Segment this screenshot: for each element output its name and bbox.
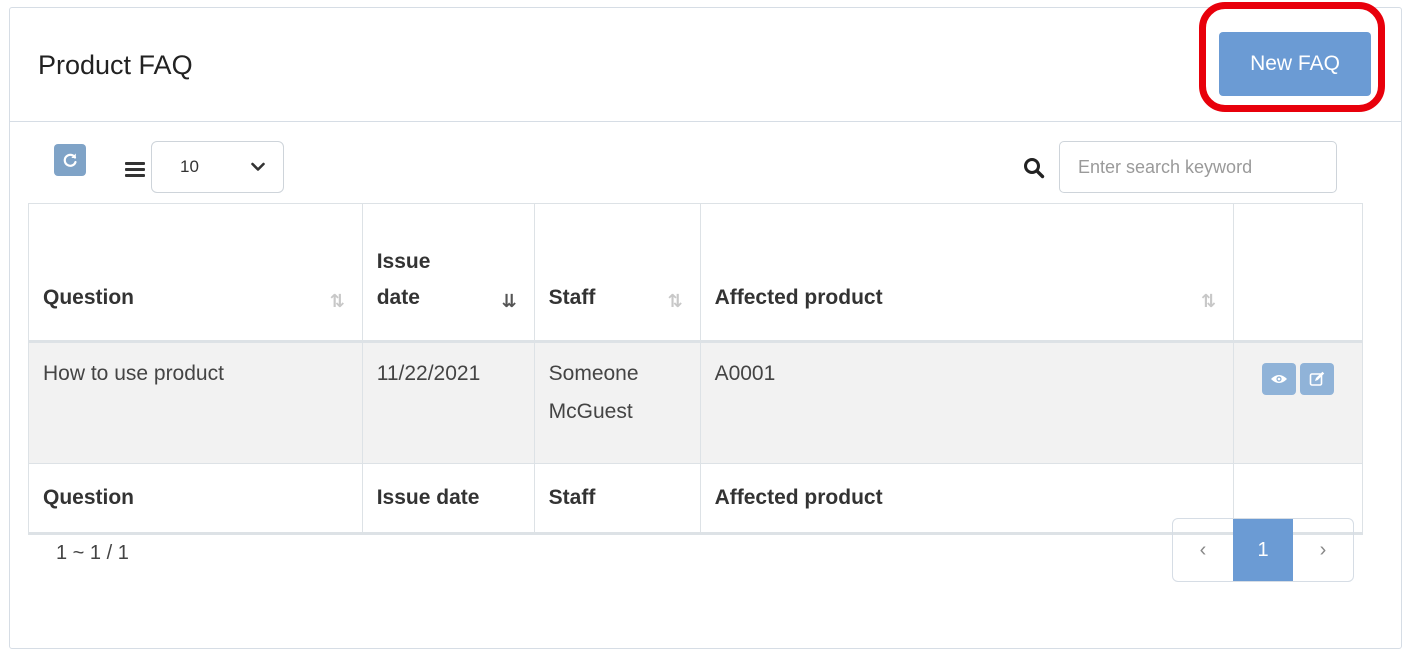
footer-issue-date: Issue date	[361, 463, 535, 535]
staff-line2: McGuest	[548, 400, 633, 423]
issue-date-label-line1: Issue	[376, 250, 431, 273]
column-header-label: Affected product	[714, 286, 883, 309]
row-actions	[1248, 355, 1348, 395]
prev-page-button[interactable]: ‹	[1173, 519, 1233, 581]
table-row: How to use product 11/22/2021 Someone Mc…	[28, 341, 1363, 464]
pagination: ‹ 1 ›	[1172, 518, 1354, 582]
column-header-label: Issue date	[377, 244, 431, 316]
table-footer-row: Question Issue date Staff Affected produ…	[28, 463, 1363, 535]
column-header-question[interactable]: Question ⇅	[28, 203, 363, 343]
cell-issue-date: 11/22/2021	[361, 341, 535, 464]
panel-header: Product FAQ New FAQ	[10, 2, 1401, 122]
cell-question: How to use product	[28, 341, 363, 464]
column-header-actions	[1233, 203, 1363, 343]
chevron-down-icon	[251, 162, 265, 171]
page-size-value: 10	[180, 157, 199, 176]
list-icon	[125, 162, 145, 178]
footer-question: Question	[28, 463, 363, 535]
page-size-select[interactable]: 10	[151, 141, 284, 193]
edit-button[interactable]	[1300, 363, 1334, 395]
column-header-affected-product[interactable]: Affected product ⇅	[699, 203, 1235, 343]
footer-staff: Staff	[533, 463, 701, 535]
sort-icon: ⇅	[329, 291, 345, 311]
edit-icon	[1309, 371, 1325, 386]
footer-affected-product: Affected product	[699, 463, 1235, 535]
search-icon	[1024, 158, 1045, 179]
search-input[interactable]	[1059, 141, 1337, 193]
sort-icon: ⇅	[667, 291, 683, 311]
staff-line1: Someone	[548, 362, 639, 385]
refresh-icon	[63, 153, 77, 167]
sort-descending-icon: ⇊	[501, 291, 517, 311]
column-header-label: Question	[43, 286, 135, 309]
table-header-row: Question ⇅ Issue date ⇊ Staff ⇅ Affected…	[28, 203, 1363, 343]
page-button-current[interactable]: 1	[1233, 519, 1293, 581]
eye-icon	[1271, 375, 1287, 383]
new-faq-button[interactable]: New FAQ	[1219, 32, 1371, 96]
cell-actions	[1233, 341, 1363, 464]
next-page-button[interactable]: ›	[1293, 519, 1353, 581]
view-button[interactable]	[1262, 363, 1296, 395]
cell-affected-product: A0001	[699, 341, 1235, 464]
page-title: Product FAQ	[38, 50, 193, 80]
column-header-issue-date[interactable]: Issue date ⇊	[361, 203, 535, 343]
refresh-button[interactable]	[54, 144, 86, 176]
sort-icon: ⇅	[1201, 291, 1217, 311]
pagination-range: 1 ~ 1 / 1	[56, 542, 129, 564]
column-header-label: Staff	[548, 286, 596, 309]
column-header-staff[interactable]: Staff ⇅	[533, 203, 701, 343]
cell-staff: Someone McGuest	[533, 341, 701, 464]
faq-table: Question ⇅ Issue date ⇊ Staff ⇅ Affected…	[28, 203, 1363, 535]
issue-date-label-line2: date	[376, 286, 420, 309]
